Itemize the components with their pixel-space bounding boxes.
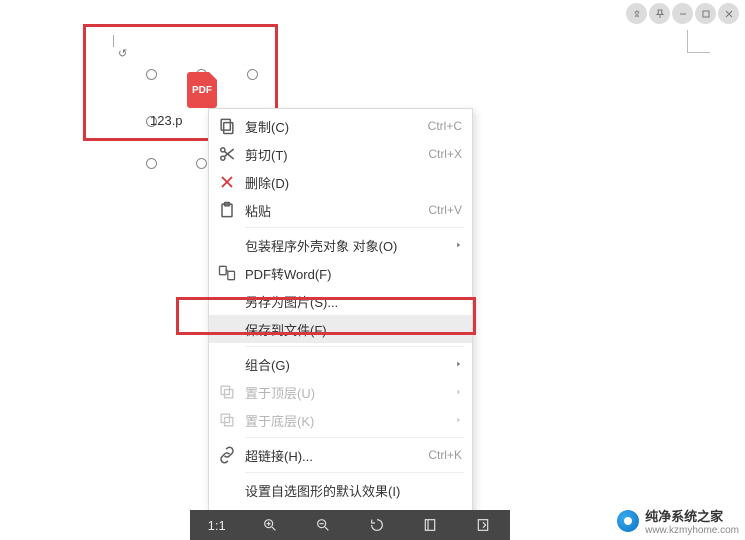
selection-handle[interactable]: [196, 158, 207, 169]
view-toolbar: 1:1: [190, 510, 510, 540]
menu-label: PDF转Word(F): [245, 264, 462, 283]
watermark-url: www.kzmyhome.com: [645, 525, 739, 536]
bring-front-icon: [217, 382, 237, 402]
zoom-fit-button[interactable]: 1:1: [197, 510, 237, 540]
menu-label: 置于底层(K): [245, 411, 450, 430]
menu-label: 删除(D): [245, 173, 462, 192]
selection-handle[interactable]: [247, 69, 258, 80]
menu-hyperlink[interactable]: 超链接(H)... Ctrl+K: [209, 441, 472, 469]
menu-send-to-back: 置于底层(K): [209, 406, 472, 434]
menu-save-to-file[interactable]: 保存到文件(F)...: [209, 315, 472, 343]
submenu-arrow-icon: [456, 389, 462, 395]
zoom-out-button[interactable]: [303, 510, 343, 540]
menu-separator: [245, 437, 464, 438]
blank-icon: [217, 235, 237, 255]
next-page-button[interactable]: [463, 510, 503, 540]
menu-bring-to-front: 置于顶层(U): [209, 378, 472, 406]
menu-separator: [245, 346, 464, 347]
menu-pdf-to-word[interactable]: PDF转Word(F): [209, 259, 472, 287]
zoom-fit-text: 1:1: [208, 518, 226, 533]
menu-separator: [245, 472, 464, 473]
copy-icon: [217, 116, 237, 136]
rotate-handle[interactable]: ↺: [118, 47, 127, 60]
submenu-arrow-icon: [456, 361, 462, 367]
pdf2word-icon: [217, 263, 237, 283]
page-corner-indicator: [687, 30, 710, 53]
menu-cut[interactable]: 剪切(T) Ctrl+X: [209, 140, 472, 168]
menu-shortcut: Ctrl+C: [428, 119, 462, 133]
pdf-badge-text: PDF: [192, 85, 212, 96]
close-button[interactable]: [718, 3, 739, 24]
menu-label: 设置自选图形的默认效果(I): [245, 481, 462, 500]
menu-delete[interactable]: 删除(D): [209, 168, 472, 196]
watermark: 纯净系统之家 www.kzmyhome.com: [617, 506, 739, 536]
watermark-title: 纯净系统之家: [645, 506, 739, 525]
maximize-button[interactable]: [695, 3, 716, 24]
rotate-button[interactable]: [357, 510, 397, 540]
menu-set-default-shape[interactable]: 设置自选图形的默认效果(I): [209, 476, 472, 504]
pdf-file-icon[interactable]: PDF: [187, 72, 217, 108]
menu-separator: [245, 227, 464, 228]
menu-shortcut: Ctrl+K: [428, 448, 462, 462]
menu-label: 包装程序外壳对象 对象(O): [245, 236, 450, 255]
menu-label: 超链接(H)...: [245, 446, 428, 465]
selection-handle[interactable]: [146, 69, 157, 80]
fit-page-button[interactable]: [410, 510, 450, 540]
titlebar-tip1-button[interactable]: [626, 3, 647, 24]
menu-label: 置于顶层(U): [245, 383, 450, 402]
menu-label: 剪切(T): [245, 145, 428, 164]
watermark-logo-icon: [617, 510, 639, 532]
menu-label: 复制(C): [245, 117, 428, 136]
menu-label: 保存到文件(F)...: [245, 320, 462, 339]
menu-copy[interactable]: 复制(C) Ctrl+C: [209, 112, 472, 140]
menu-shortcut: Ctrl+X: [428, 147, 462, 161]
selection-handle[interactable]: [146, 158, 157, 169]
send-back-icon: [217, 410, 237, 430]
blank-icon: [217, 480, 237, 500]
titlebar-pin-button[interactable]: [649, 3, 670, 24]
menu-group[interactable]: 组合(G): [209, 350, 472, 378]
window-controls: [626, 3, 739, 24]
blank-icon: [217, 291, 237, 311]
zoom-in-button[interactable]: [250, 510, 290, 540]
menu-ole-object[interactable]: 包装程序外壳对象 对象(O): [209, 231, 472, 259]
link-icon: [217, 445, 237, 465]
blank-icon: [217, 354, 237, 374]
submenu-arrow-icon: [456, 417, 462, 423]
menu-paste[interactable]: 粘贴 Ctrl+V: [209, 196, 472, 224]
file-name-label: 123.p: [150, 113, 183, 128]
menu-save-as-image[interactable]: 另存为图片(S)...: [209, 287, 472, 315]
menu-label: 另存为图片(S)...: [245, 292, 462, 311]
minimize-button[interactable]: [672, 3, 693, 24]
blank-icon: [217, 319, 237, 339]
context-menu: 复制(C) Ctrl+C 剪切(T) Ctrl+X 删除(D) 粘贴 Ctrl+…: [208, 108, 473, 536]
clipboard-icon: [217, 200, 237, 220]
menu-label: 组合(G): [245, 355, 450, 374]
menu-shortcut: Ctrl+V: [428, 203, 462, 217]
scissors-icon: [217, 144, 237, 164]
submenu-arrow-icon: [456, 242, 462, 248]
menu-label: 粘贴: [245, 201, 428, 220]
delete-x-icon: [217, 172, 237, 192]
